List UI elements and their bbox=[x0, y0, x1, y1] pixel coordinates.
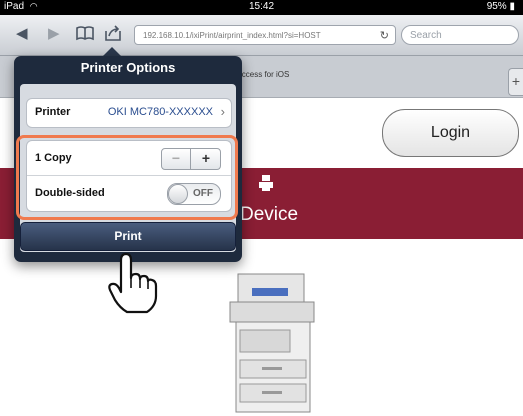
browser-toolbar: ◀ ▶ 192.168.10.1/ixiPrint/airprint_index… bbox=[0, 15, 523, 56]
status-bar: iPad ◠ 15:42 95% ▮ bbox=[0, 0, 523, 15]
print-button[interactable]: Print bbox=[20, 222, 236, 251]
new-tab-button[interactable]: + bbox=[508, 68, 523, 96]
highlight-frame bbox=[16, 135, 238, 220]
clock: 15:42 bbox=[248, 1, 275, 12]
chevron-right-icon: › bbox=[220, 104, 225, 119]
search-field[interactable]: Search bbox=[401, 25, 519, 45]
forward-icon[interactable]: ▶ bbox=[48, 25, 60, 43]
search-placeholder: Search bbox=[410, 30, 442, 41]
share-icon[interactable] bbox=[104, 25, 122, 46]
printer-value: OKI MC780-XXXXXX bbox=[107, 106, 213, 118]
printer-label: Printer bbox=[35, 106, 71, 118]
hand-pointer-icon bbox=[108, 252, 158, 314]
printer-selector[interactable]: Printer OKI MC780-XXXXXX › bbox=[26, 98, 232, 128]
banner-title: Device bbox=[240, 204, 299, 225]
popover-title: Printer Options bbox=[80, 60, 176, 75]
url-field[interactable]: 192.168.10.1/ixiPrint/airprint_index.htm… bbox=[134, 25, 396, 45]
battery-icon: ▮ bbox=[509, 1, 515, 12]
printer-icon bbox=[259, 175, 273, 191]
battery-percent: 95% bbox=[486, 1, 507, 12]
printer-device-image bbox=[229, 273, 315, 413]
reload-icon[interactable]: ↻ bbox=[380, 26, 389, 44]
url-text: 192.168.10.1/ixiPrint/airprint_index.htm… bbox=[143, 31, 321, 40]
back-icon[interactable]: ◀ bbox=[16, 25, 28, 43]
login-button[interactable]: Login bbox=[382, 109, 519, 157]
bookmarks-icon[interactable] bbox=[76, 25, 94, 46]
